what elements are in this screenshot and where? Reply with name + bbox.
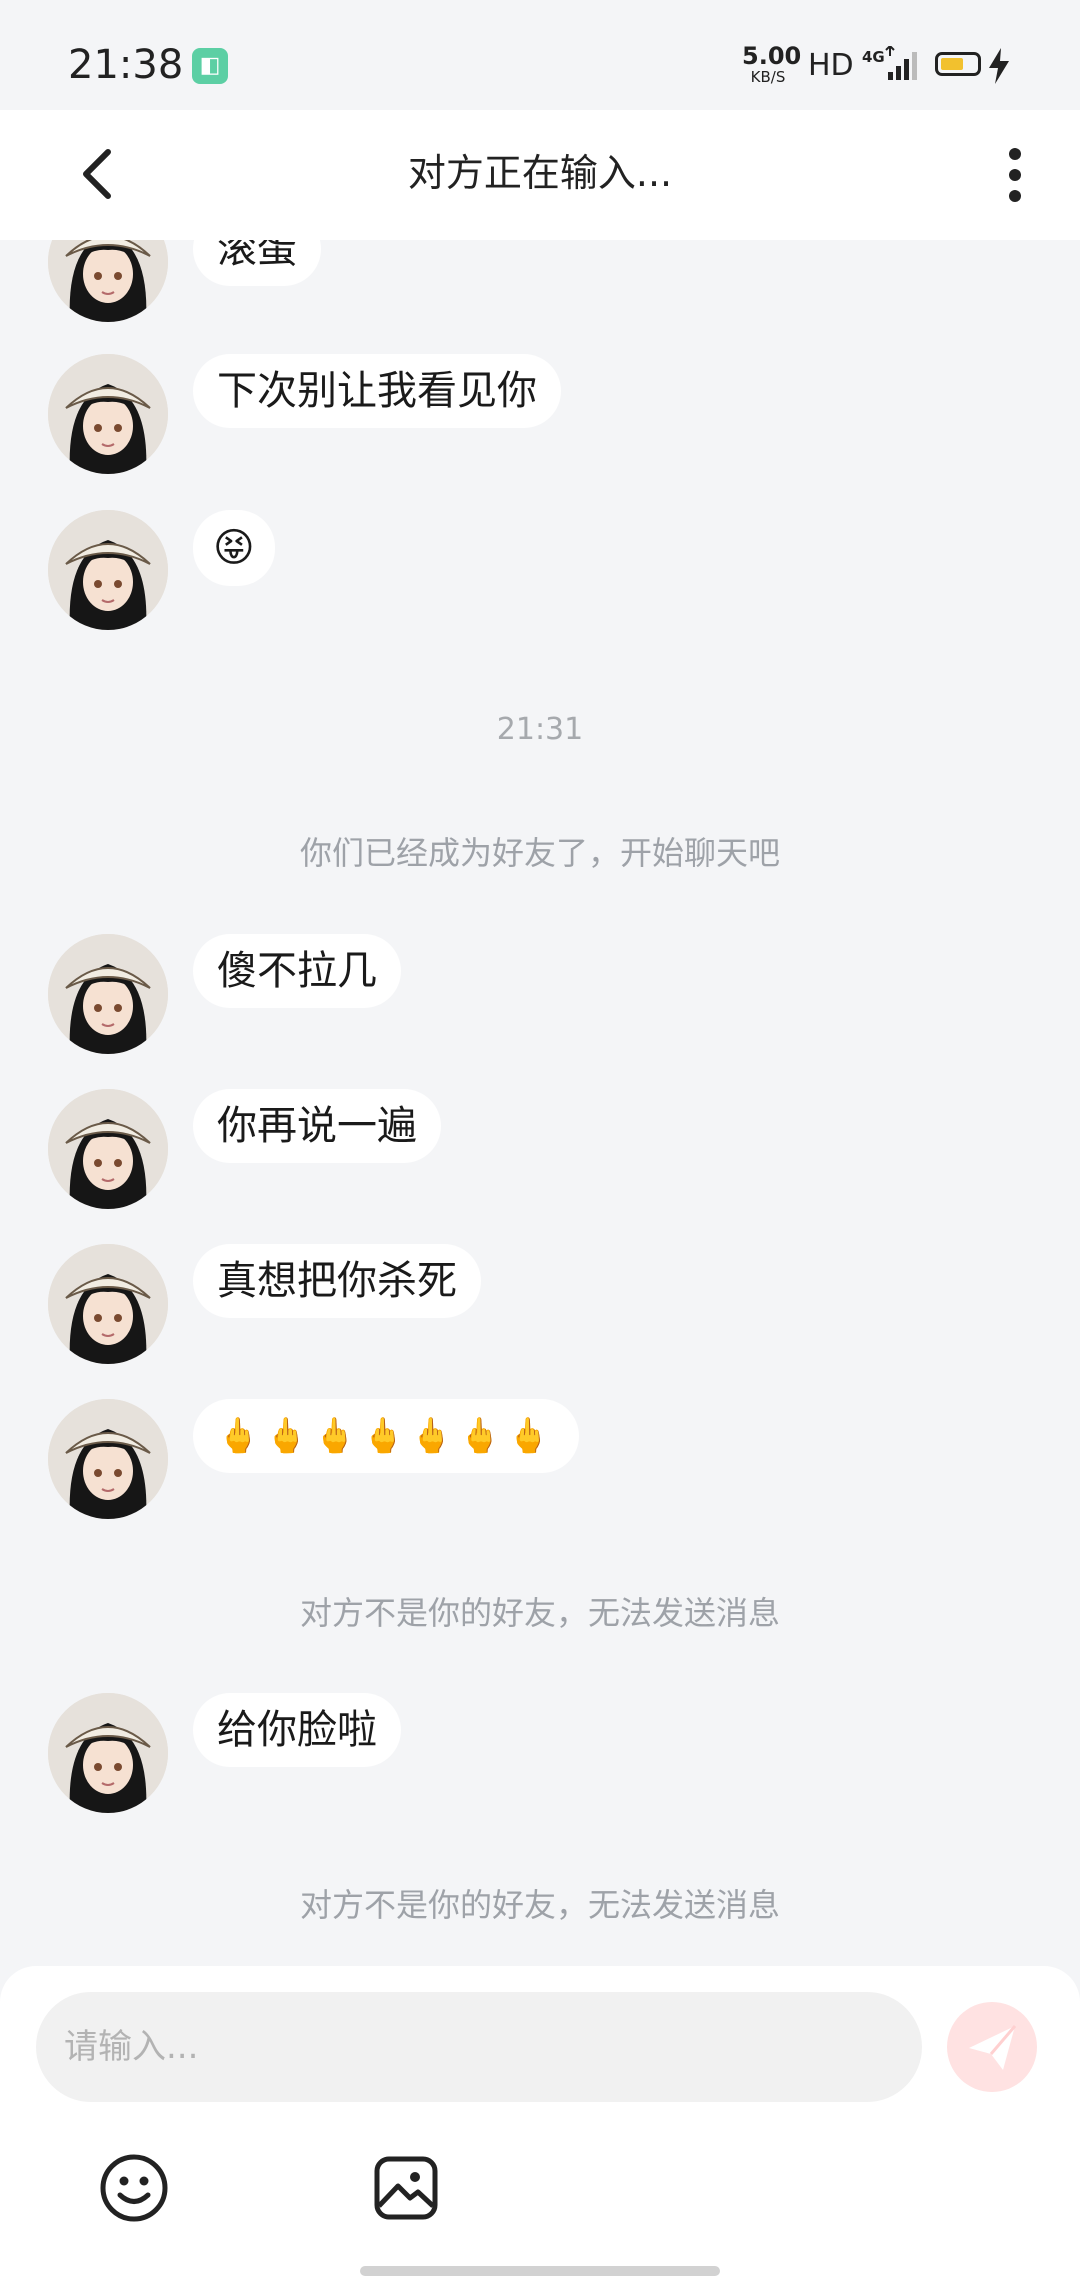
image-button[interactable]	[370, 2152, 442, 2224]
smiley-icon	[100, 2154, 168, 2222]
avatar[interactable]	[48, 1399, 168, 1519]
avatar[interactable]	[48, 240, 168, 322]
home-indicator[interactable]	[360, 2266, 720, 2276]
timestamp: 21:31	[496, 712, 584, 747]
system-notice: 你们已经成为好友了，开始聊天吧	[299, 834, 780, 872]
message-bubble[interactable]: 真想把你杀死	[193, 1244, 481, 1318]
message-bubble-emoji[interactable]: 😝	[193, 510, 275, 586]
more-button[interactable]	[990, 140, 1040, 210]
avatar[interactable]	[48, 934, 168, 1054]
charging-icon	[986, 48, 1012, 88]
signal-icon: 4G	[860, 44, 928, 86]
network-speed-value: 5.00	[742, 42, 802, 70]
message-composer	[0, 1966, 1080, 2280]
battery-icon	[935, 52, 981, 76]
message-bubble[interactable]: 傻不拉几	[193, 934, 401, 1008]
chat-list[interactable]: 滚蛋 下次别让我看见你 😝 21:31 你们已经成为好友了，开始聊天吧 傻不拉几…	[0, 240, 1080, 1970]
avatar[interactable]	[48, 354, 168, 474]
avatar[interactable]	[48, 1089, 168, 1209]
system-notice: 对方不是你的好友，无法发送消息	[299, 1594, 780, 1632]
message-bubble[interactable]: 下次别让我看见你	[193, 354, 561, 428]
network-speed: 5.00 KB/S	[742, 42, 802, 86]
status-time: 21:38	[68, 42, 184, 88]
hd-indicator: HD	[808, 48, 854, 83]
message-bubble-emoji[interactable]: 🖕🖕🖕🖕🖕🖕🖕	[193, 1399, 580, 1473]
send-button[interactable]	[947, 2002, 1037, 2092]
avatar[interactable]	[48, 1244, 168, 1364]
image-icon	[374, 2156, 438, 2220]
emoji-button[interactable]	[98, 2152, 170, 2224]
network-speed-unit: KB/S	[750, 68, 786, 86]
chat-header: 对方正在输入...	[0, 110, 1080, 240]
message-input[interactable]	[36, 1992, 922, 2102]
system-notice: 对方不是你的好友，无法发送消息	[299, 1886, 780, 1924]
network-type-label: 4G	[862, 48, 885, 66]
message-bubble[interactable]: 给你脸啦	[193, 1693, 401, 1767]
message-bubble[interactable]: 你再说一遍	[193, 1089, 441, 1163]
paper-plane-icon	[969, 2025, 1017, 2070]
message-bubble[interactable]: 滚蛋	[193, 240, 321, 286]
chat-title: 对方正在输入...	[407, 151, 673, 195]
more-vertical-icon	[1009, 148, 1021, 202]
avatar[interactable]	[48, 510, 168, 630]
app-notification-icon: ◧	[192, 48, 228, 84]
avatar[interactable]	[48, 1693, 168, 1813]
